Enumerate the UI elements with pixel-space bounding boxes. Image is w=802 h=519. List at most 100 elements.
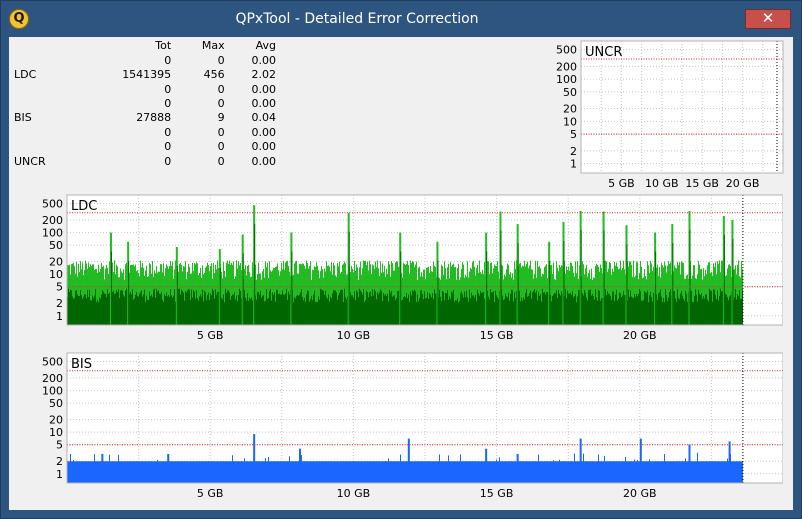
ldc-bar-dark: [474, 297, 475, 325]
ldc-bar-dark: [124, 296, 125, 325]
ldc-bar-dark: [269, 290, 270, 325]
ldc-bar-dark: [323, 290, 324, 325]
bis-bar: [538, 454, 539, 483]
ldc-bar-dark: [687, 301, 688, 325]
ldc-bar-dark: [531, 298, 532, 325]
ldc-bar-dark: [444, 300, 445, 325]
title-bar[interactable]: Q QPxTool - Detailed Error Correction ✕: [1, 1, 801, 37]
ldc-bar-dark: [526, 289, 527, 325]
ldc-bar-dark: [635, 296, 636, 325]
ldc-bar-dark: [74, 298, 75, 325]
ldc-bar-dark: [451, 291, 452, 325]
ldc-bar-dark: [705, 294, 706, 325]
ldc-bar-dark: [359, 288, 360, 325]
ldc-bar-dark: [171, 295, 172, 325]
summary-table: Tot Max Avg 0 0 0.00 LDC 1541395 456 2.02 000…: [14, 39, 276, 169]
ldc-bar-dark: [677, 289, 678, 325]
bis-bar: [559, 459, 560, 483]
ldc-bar-dark: [736, 299, 737, 325]
ldc-bar-dark: [282, 290, 283, 325]
ldc-bar-dark: [249, 297, 250, 325]
y-tick-label: 200: [42, 372, 63, 385]
row-max: 0: [217, 154, 225, 168]
x-tick-label: 20 GB: [726, 177, 760, 190]
ldc-bar-dark: [181, 289, 182, 325]
x-tick-label: 10 GB: [337, 329, 371, 342]
bis-bar: [460, 454, 461, 483]
ldc-bar-dark: [741, 299, 742, 325]
ldc-bar-dark: [727, 297, 728, 325]
bis-bar: [697, 452, 698, 483]
ldc-bar-dark: [434, 289, 435, 325]
ldc-bar-dark: [276, 289, 277, 325]
ldc-bar-dark: [561, 291, 562, 325]
y-tick-label: 5: [56, 281, 63, 294]
ldc-bar-dark: [693, 302, 694, 325]
ldc-bar-dark: [709, 288, 710, 325]
ldc-bar-dark: [633, 298, 634, 325]
ldc-bar-dark: [734, 297, 735, 325]
ldc-bar-dark: [121, 289, 122, 325]
ldc-bar-dark: [421, 290, 422, 325]
row-max: 9: [217, 111, 225, 125]
ldc-bar-dark: [98, 302, 99, 325]
ldc-bar-dark: [358, 296, 359, 325]
ldc-bar-dark: [701, 293, 702, 325]
ldc-bar-dark: [541, 301, 542, 325]
bis-bar: [625, 456, 626, 483]
ldc-bar-dark: [512, 290, 513, 325]
ldc-bar-dark: [653, 292, 654, 325]
ldc-bar-dark: [334, 290, 335, 325]
bis-bar: [388, 458, 389, 483]
x-tick-label: 5 GB: [197, 487, 224, 500]
bis-peak: [639, 438, 642, 483]
summary-header-row: Tot Max Avg: [14, 39, 276, 53]
ldc-bar-dark: [454, 301, 455, 325]
y-tick-label: 2: [56, 455, 63, 468]
ldc-bar-dark: [208, 292, 209, 325]
ldc-bar-dark: [442, 290, 443, 325]
ldc-bar-dark: [200, 294, 201, 325]
ldc-bar-dark: [126, 288, 127, 325]
ldc-bar-dark: [728, 300, 729, 325]
ldc-bar-dark: [492, 292, 493, 325]
ldc-bar-dark: [475, 295, 476, 325]
ldc-bar-dark: [297, 295, 298, 325]
ldc-bar-dark: [339, 292, 340, 325]
ldc-bar-dark: [389, 290, 390, 325]
ldc-bar-dark: [310, 299, 311, 325]
ldc-bar-dark: [409, 301, 410, 325]
ldc-bar-dark: [471, 292, 472, 325]
close-button[interactable]: ✕: [745, 9, 791, 29]
ldc-bar-dark: [718, 300, 719, 325]
y-tick-label: 100: [42, 385, 63, 398]
ldc-bar-dark: [264, 301, 265, 325]
ldc-bar-dark: [244, 289, 245, 325]
ldc-bar-dark: [641, 300, 642, 325]
ldc-bar-dark: [496, 295, 497, 325]
ldc-bar-dark: [198, 300, 199, 325]
ldc-bar-dark: [565, 289, 566, 325]
ldc-bar-dark: [99, 297, 100, 325]
row-tot: 1541395: [122, 68, 172, 82]
ldc-bar-dark: [616, 289, 617, 325]
ldc-bar-dark: [685, 290, 686, 325]
ldc-bar-dark: [260, 290, 261, 325]
ldc-bar-dark: [315, 302, 316, 325]
bis-chart: 5002001005020105215 GB 10 GB 15 GB 20 GBBIS: [42, 352, 783, 500]
ldc-bar-dark: [643, 300, 644, 325]
bis-bar: [400, 454, 401, 483]
row-label: [14, 82, 85, 96]
ldc-bar-dark: [608, 293, 609, 325]
ldc-bar-dark: [455, 300, 456, 325]
ldc-bar-dark: [296, 295, 297, 325]
ldc-bar-dark: [586, 297, 587, 325]
ldc-bar-dark: [720, 288, 721, 325]
ldc-bar-dark: [510, 294, 511, 325]
ldc-bar-dark: [383, 293, 384, 325]
ldc-bar-dark: [272, 292, 273, 325]
ldc-bar-dark: [647, 290, 648, 325]
ldc-bar-dark: [448, 299, 449, 325]
ldc-bar-dark: [173, 295, 174, 325]
ldc-bar-dark: [240, 290, 241, 325]
